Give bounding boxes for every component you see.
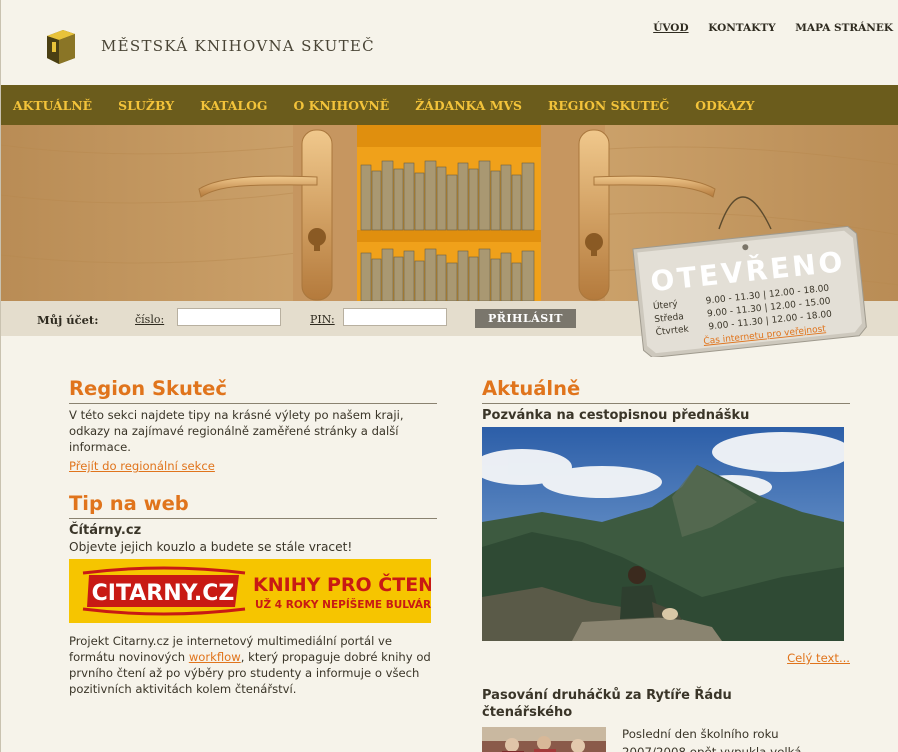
number-label: číslo: [135,313,165,326]
site-title[interactable]: MĚSTSKÁ KNIHOVNA SKUTEČ [101,37,375,55]
citarny-subtitle: UŽ 4 ROKY NEPÍŠEME BULVÁR [255,598,431,611]
nav-item-region-skutec[interactable]: REGION SKUTEČ [548,98,669,113]
login-button[interactable]: PŘIHLÁSIT [475,309,576,328]
region-link[interactable]: Přejít do regionální sekce [69,459,215,473]
nav-item-odkazy[interactable]: ODKAZY [695,98,754,113]
article2-text: Poslední den školního roku 2007/2008 opě… [622,727,802,752]
login-label: Můj účet: [37,313,99,327]
header: MĚSTSKÁ KNIHOVNA SKUTEČ ÚVOD KONTAKTY MA… [1,0,898,85]
region-heading[interactable]: Region Skuteč [69,376,437,404]
top-link-kontakty[interactable]: KONTAKTY [708,22,775,34]
region-text: V této sekci najdete tipy na krásné výle… [69,408,404,454]
top-link-uvod[interactable]: ÚVOD [653,22,688,34]
article1-photo[interactable] [482,427,844,641]
citarny-title: KNIHY PRO ČTENÍ [253,572,431,596]
opening-hours-sign: OTEVŘENO Úterý 9.00 - 11.30 | 12.00 - 18… [632,225,867,357]
top-link-mapa-stranek[interactable]: MAPA STRÁNEK [795,22,893,34]
library-logo-icon[interactable] [43,28,79,64]
article2-body: Poslední den školního roku 2007/2008 opě… [482,727,850,752]
card-number-input[interactable] [177,308,281,326]
article1-more-link[interactable]: Celý text... [787,651,850,665]
news-heading[interactable]: Aktuálně [482,376,850,404]
left-column: Region Skuteč V této sekci najdete tipy … [69,376,441,697]
pin-label: PIN: [310,313,335,326]
workflow-link[interactable]: workflow [189,650,241,664]
nav-item-o-knihovne[interactable]: O KNIHOVNĚ [294,98,390,113]
tip-heading[interactable]: Tip na web [69,491,437,519]
main-nav: AKTUÁLNĚ SLUŽBY KATALOG O KNIHOVNĚ ŽÁDAN… [1,85,898,125]
tip-description: Projekt Citarny.cz je internetový multim… [69,634,431,696]
tip-site-name: Čítárny.cz [69,523,142,538]
citarny-banner[interactable]: CITARNY.CZ KNIHY PRO ČTENÍ UŽ 4 ROKY NEP… [69,559,441,623]
citarny-logo-text: CITARNY.CZ [92,581,235,606]
nav-item-sluzby[interactable]: SLUŽBY [118,98,174,113]
article2-title[interactable]: Pasování druháčků za Rytíře Řádu čtenářs… [482,687,802,721]
tip-tagline: Objevte jejich kouzlo a budete se stále … [69,540,353,554]
top-links: ÚVOD KONTAKTY MAPA STRÁNEK [637,22,893,34]
page: MĚSTSKÁ KNIHOVNA SKUTEČ ÚVOD KONTAKTY MA… [0,0,898,752]
article2-photo[interactable] [482,727,606,752]
nav-item-aktualne[interactable]: AKTUÁLNĚ [13,98,92,113]
nav-item-katalog[interactable]: KATALOG [200,98,267,113]
right-column: Aktuálně Pozvánka na cestopisnou přednáš… [482,376,850,752]
citarny-logo-icon: CITARNY.CZ KNIHY PRO ČTENÍ UŽ 4 ROKY NEP… [82,566,441,616]
pin-input[interactable] [343,308,447,326]
article1-title[interactable]: Pozvánka na cestopisnou přednášku [482,407,850,424]
nav-item-zadanka-mvs[interactable]: ŽÁDANKA MVS [415,98,522,113]
